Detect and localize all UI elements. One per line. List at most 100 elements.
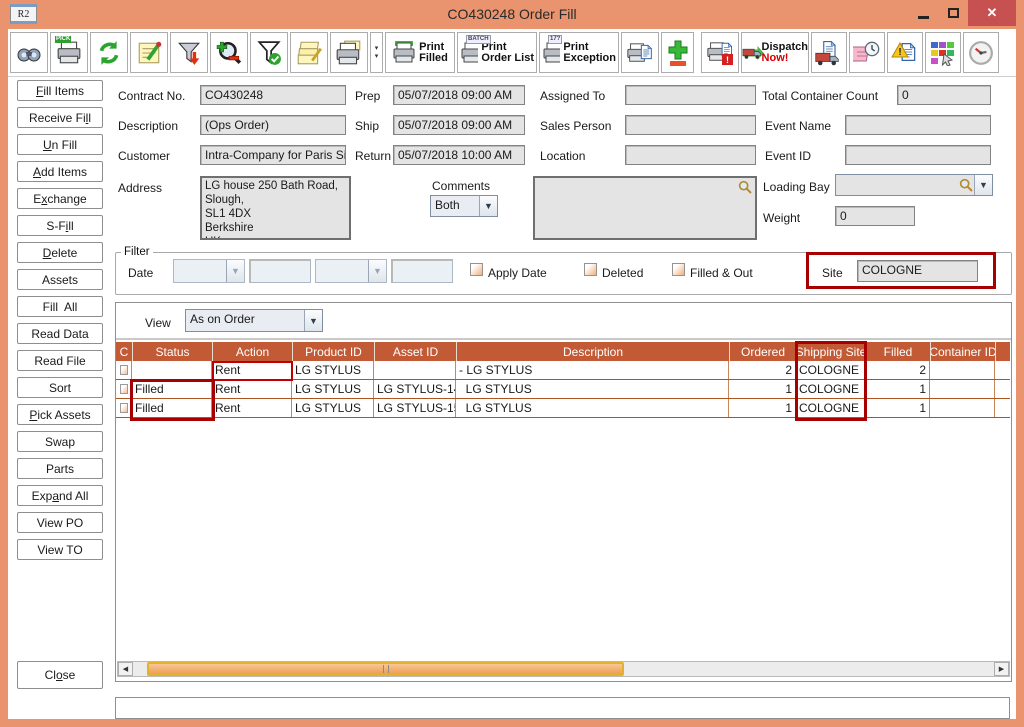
print-exception-button[interactable]: 17? PrintException [539,32,619,73]
loading-bay-select[interactable]: ▼ [835,174,993,196]
zoom-adjust-button[interactable] [210,32,248,73]
cell-status[interactable] [132,361,212,379]
header-container-id[interactable]: Container ID [930,342,995,361]
comments-mode-dropdown-button[interactable]: ▼ [479,196,497,216]
location-field[interactable] [625,145,756,165]
apply-date-checkbox[interactable] [470,263,483,276]
comments-mode-select[interactable]: Both ▼ [430,195,498,217]
binoculars-button[interactable] [10,32,48,73]
sort-button[interactable]: Sort [17,377,103,398]
layout-squares-button[interactable] [925,32,961,73]
date-field-2[interactable] [391,259,453,283]
expand-all-button[interactable]: Expand All [17,485,103,506]
row-checkbox[interactable] [120,384,128,394]
cell-filled[interactable]: 1 [865,399,930,417]
cell-product-id[interactable]: LG STYLUS [292,399,374,417]
site-field[interactable]: COLOGNE [857,260,978,282]
row-checkbox[interactable] [120,403,128,413]
scrollbar-thumb[interactable] [147,662,624,676]
cell-status[interactable]: Filled [132,380,212,398]
event-name-field[interactable] [845,115,991,135]
row-checkbox[interactable] [120,365,128,375]
fill-items-button[interactable]: Fill Items [17,80,103,101]
s-fill-button[interactable]: S-Fill [17,215,103,236]
cell-container-id[interactable] [930,399,995,417]
cell-description[interactable]: - LG STYLUS [456,361,729,379]
edit-notes-button[interactable] [130,32,168,73]
cell-shipping-site[interactable]: COLOGNE [796,399,865,417]
date-field-1[interactable] [249,259,311,283]
customer-field[interactable]: Intra-Company for Paris Sit [200,145,346,165]
header-action[interactable]: Action [212,342,292,361]
cell-container-id[interactable] [930,380,995,398]
gauge-clock-button[interactable] [963,32,999,73]
deleted-checkbox[interactable] [584,263,597,276]
sales-person-field[interactable] [625,115,756,135]
cell-filled[interactable]: 1 [865,380,930,398]
cell-description[interactable]: LG STYLUS [456,380,729,398]
filter-down-button[interactable] [170,32,208,73]
return-field[interactable]: 05/07/2018 10:00 AM [393,145,525,165]
comments-search-icon[interactable] [737,179,753,195]
loading-bay-dropdown-button[interactable]: ▼ [974,175,992,195]
scrollbar-track[interactable] [133,662,994,676]
cell-filled[interactable]: 2 [865,361,930,379]
weight-field[interactable]: 0 [835,206,915,226]
refresh-button[interactable] [90,32,128,73]
dispatch-now-button[interactable]: DispatchNow! [741,32,809,73]
cell-description[interactable]: LG STYLUS [456,399,729,417]
date-type-select-1[interactable]: ▼ [173,259,245,283]
add-items-button[interactable]: Add Items [17,161,103,182]
parts-button[interactable]: Parts [17,458,103,479]
horizontal-scrollbar[interactable]: ◀ ▶ [117,661,1010,677]
view-select[interactable]: As on Order ▼ [185,309,323,332]
cell-asset-id[interactable] [374,361,456,379]
print-alert-button[interactable]: ! [701,32,739,73]
un-fill-button[interactable]: Un Fill [17,134,103,155]
minimize-button[interactable] [908,0,938,26]
pick-assets-button[interactable]: Pick Assets [17,404,103,425]
cell-product-id[interactable]: LG STYLUS [292,361,374,379]
assets-button[interactable]: Assets [17,269,103,290]
header-asset-id[interactable]: Asset ID [374,342,456,361]
copy-document-button[interactable] [621,32,659,73]
assigned-to-field[interactable] [625,85,756,105]
cell-action[interactable]: Rent [212,380,292,398]
view-to-button[interactable]: View TO [17,539,103,560]
address-memo[interactable]: LG house 250 Bath Road, Slough, SL1 4DX … [200,176,351,240]
date-type-select-2[interactable]: ▼ [315,259,387,283]
receive-fill-button[interactable]: Receive Fill [17,107,103,128]
close-window-button[interactable]: ✕ [968,0,1016,26]
print-dropdown-button[interactable]: ▾▾ [370,32,383,73]
header-shipping-site[interactable]: Shipping Site [796,342,865,361]
truck-document-button[interactable] [811,32,847,73]
cell-asset-id[interactable]: LG STYLUS-14 [374,380,456,398]
cell-shipping-site[interactable]: COLOGNE [796,361,865,379]
cell-status[interactable]: Filled [132,399,212,417]
ship-field[interactable]: 05/07/2018 09:00 AM [393,115,525,135]
header-ordered[interactable]: Ordered [729,342,796,361]
header-c[interactable]: C [116,342,132,361]
print-filled-button[interactable]: PrintFilled [385,32,455,73]
event-id-field[interactable] [845,145,991,165]
cell-ordered[interactable]: 1 [729,399,796,417]
contract-no-field[interactable]: CO430248 [200,85,346,105]
view-dropdown-button[interactable]: ▼ [304,310,322,331]
delete-button[interactable]: Delete [17,242,103,263]
cell-action[interactable]: Rent [212,361,292,379]
cell-shipping-site[interactable]: COLOGNE [796,380,865,398]
swap-button[interactable]: Swap [17,431,103,452]
filled-and-out-checkbox[interactable] [672,263,685,276]
maximize-button[interactable] [938,0,968,26]
print-copies-button[interactable] [330,32,368,73]
cell-action[interactable]: Rent [212,399,292,417]
filter-check-button[interactable] [250,32,288,73]
close-button[interactable]: Close [17,661,103,689]
cell-product-id[interactable]: LG STYLUS [292,380,374,398]
header-description[interactable]: Description [456,342,729,361]
print-order-list-button[interactable]: BATCH PrintOrder List [457,32,537,73]
add-remove-button[interactable] [661,32,694,73]
read-file-button[interactable]: Read File [17,350,103,371]
header-product-id[interactable]: Product ID [292,342,374,361]
total-container-count-field[interactable]: 0 [897,85,991,105]
